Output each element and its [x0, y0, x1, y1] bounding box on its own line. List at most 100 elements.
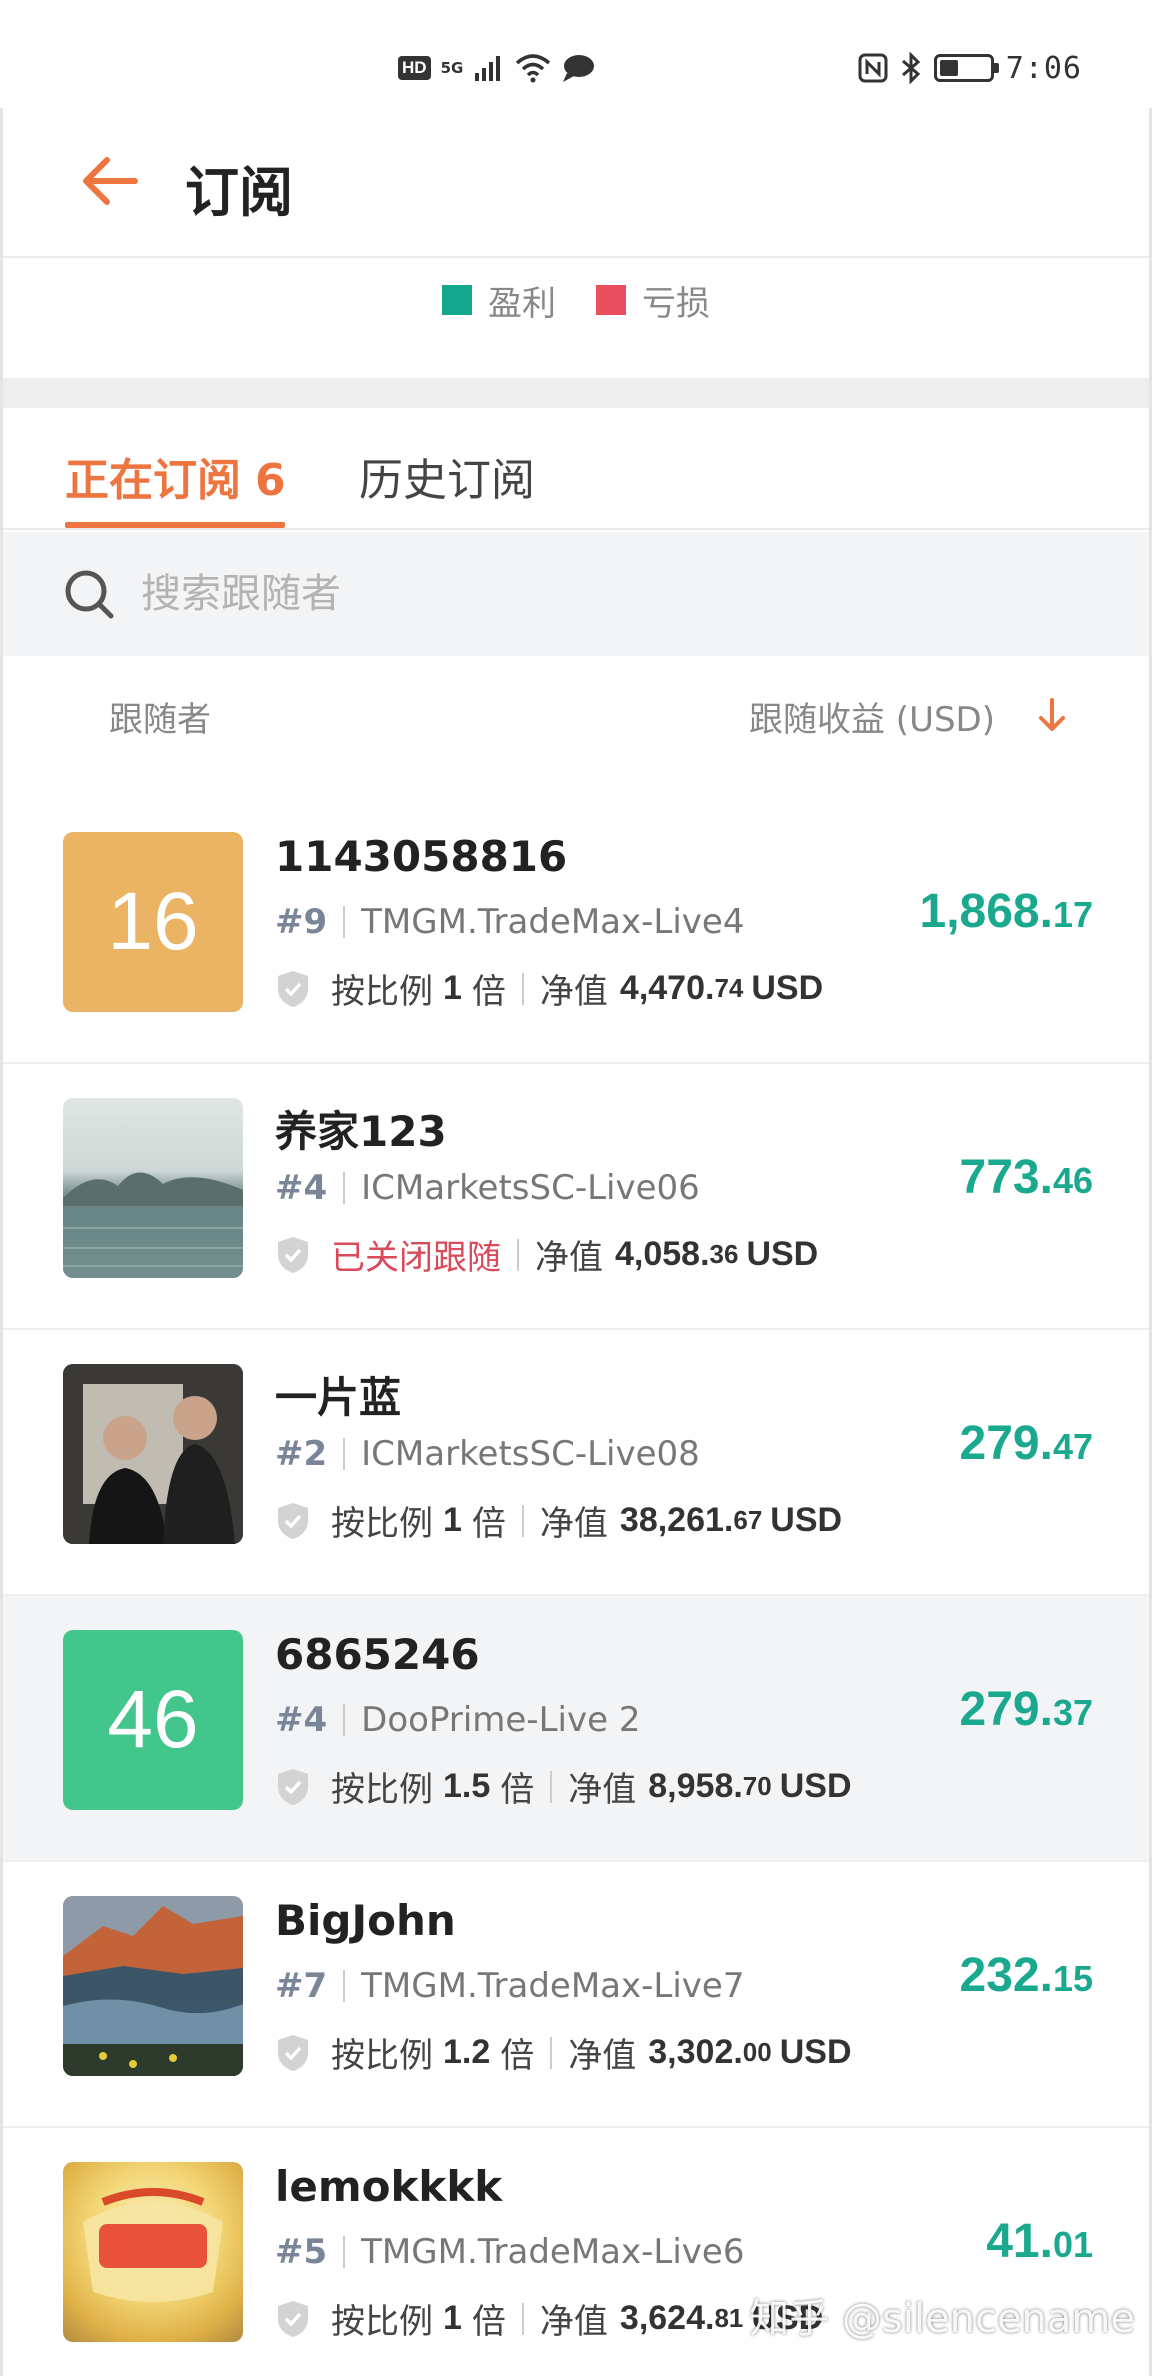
- follower-row[interactable]: BigJohn #7 TMGM.TradeMax-Live7 按比例 1.2 倍…: [3, 1862, 1149, 2128]
- follower-row[interactable]: 养家123 #4 ICMarketsSC-Live06 已关闭跟随 净值 4,0…: [3, 1064, 1149, 1330]
- follower-server: TMGM.TradeMax-Live6: [361, 2232, 745, 2272]
- net-value-label: 净值: [535, 1238, 603, 1278]
- legend-swatch-loss: [596, 285, 626, 315]
- search-bar: [3, 532, 1149, 656]
- follower-server: TMGM.TradeMax-Live7: [361, 1966, 745, 2006]
- net-value-unit: USD: [751, 969, 824, 1007]
- ratio-prefix: 按比例: [331, 2036, 433, 2076]
- ratio-suffix: 倍: [471, 2302, 506, 2342]
- net-value-unit: USD: [746, 1235, 819, 1273]
- follower-row[interactable]: 16 1143058816 #9 TMGM.TradeMax-Live4 按比例…: [3, 798, 1149, 1064]
- net-value-label: 净值: [539, 972, 608, 1012]
- follower-list: 16 1143058816 #9 TMGM.TradeMax-Live4 按比例…: [3, 798, 1149, 2376]
- follower-name: 一片蓝: [275, 1373, 402, 1422]
- battery-icon: [933, 54, 999, 82]
- divider: [550, 2036, 553, 2069]
- net-value-label: 净值: [539, 1504, 608, 1544]
- follower-server: TMGM.TradeMax-Live4: [361, 902, 745, 942]
- signal-icon: [475, 56, 501, 81]
- follower-settings: 按比例 1.5 倍 净值 8,958. 70 USD: [275, 1762, 852, 1811]
- shield-icon: [278, 1236, 308, 1273]
- shield-icon: [278, 1768, 308, 1805]
- avatar: 46: [63, 1630, 243, 1810]
- net-value-unit: USD: [770, 1501, 843, 1539]
- profit-int: 41.: [986, 2215, 1053, 2268]
- follower-account: #4 ICMarketsSC-Live06: [275, 1168, 700, 1208]
- net-value-label: 净值: [568, 1770, 637, 1810]
- landscape-photo: [63, 1896, 243, 2076]
- net-value-dec: 74: [714, 973, 744, 1003]
- ratio-value: 1: [443, 2299, 462, 2337]
- arrow-left-icon[interactable]: [79, 150, 141, 212]
- legend-label-loss: 亏损: [642, 283, 710, 324]
- list-column-header: 跟随者 跟随收益 (USD): [3, 656, 1149, 768]
- net-value-label: 净值: [568, 2036, 637, 2076]
- nfc-icon: [858, 53, 888, 83]
- legend-profit: 盈利: [442, 276, 556, 325]
- follower-server: DooPrime-Live 2: [361, 1700, 641, 1740]
- follower-account: #5 TMGM.TradeMax-Live6: [275, 2232, 744, 2272]
- divider: [517, 1238, 519, 1271]
- net-value-unit: USD: [779, 2033, 852, 2071]
- column-profit[interactable]: 跟随收益 (USD): [749, 692, 995, 741]
- avatar: [63, 1896, 243, 2076]
- net-value-unit: USD: [779, 1767, 852, 1805]
- divider: [343, 906, 346, 938]
- follower-name: lemokkkk: [275, 2162, 503, 2211]
- net-value-int: 3,302.: [648, 2033, 743, 2071]
- divider: [550, 1770, 553, 1803]
- ratio-prefix: 按比例: [331, 1504, 433, 1544]
- portrait-photo: [63, 1364, 243, 1544]
- follower-name: 1143058816: [275, 832, 568, 881]
- shield-icon: [278, 2300, 308, 2337]
- network-label: 5G: [440, 59, 464, 77]
- message-icon: [563, 55, 595, 82]
- legend-swatch-profit: [442, 285, 472, 315]
- net-value-int: 4,058.: [615, 1235, 710, 1273]
- hd-badge: HD: [398, 56, 431, 80]
- status-icons-right: 7:06: [858, 48, 1082, 88]
- profit-int: 773.: [959, 1151, 1053, 1204]
- status-icons-left: HD 5G: [398, 48, 595, 88]
- wifi-icon: [516, 54, 551, 83]
- follower-row[interactable]: 一片蓝 #2 ICMarketsSC-Live08 按比例 1 倍 净值 38,…: [3, 1330, 1149, 1596]
- net-value-dec: 00: [742, 2037, 772, 2067]
- follower-account: #4 DooPrime-Live 2: [275, 1700, 640, 1740]
- sort-down-icon[interactable]: [1035, 696, 1069, 734]
- clock: 7:06: [1005, 50, 1082, 86]
- net-value-dec: 81: [714, 2303, 744, 2333]
- avatar: [63, 1098, 243, 1278]
- tab-history[interactable]: 历史订阅: [359, 444, 535, 508]
- tab-bar: 正在订阅 6 历史订阅: [3, 408, 1149, 530]
- net-value-int: 4,470.: [619, 969, 715, 1007]
- profit-int: 232.: [959, 1949, 1053, 2002]
- bottle-photo: [83, 2188, 223, 2302]
- search-input[interactable]: [141, 564, 941, 624]
- avatar: [63, 1364, 243, 1544]
- profit-dec: 17: [1052, 894, 1093, 935]
- ratio-prefix: 按比例: [331, 972, 433, 1012]
- legend-label-profit: 盈利: [488, 283, 556, 324]
- shield-icon: [278, 1502, 308, 1539]
- shield-icon: [278, 2034, 308, 2071]
- ratio-prefix: 按比例: [331, 1770, 433, 1810]
- net-value-label: 净值: [539, 2302, 608, 2342]
- follower-settings: 按比例 1 倍 净值 38,261. 67 USD: [275, 1496, 842, 1545]
- status-bar: HD 5G 7:06: [0, 0, 1152, 108]
- profit-int: 279.: [959, 1417, 1053, 1470]
- profit-dec: 46: [1052, 1160, 1093, 1201]
- profit-int: 279.: [959, 1683, 1053, 1736]
- profit-dec: 15: [1052, 1958, 1093, 1999]
- tab-subscribing[interactable]: 正在订阅 6: [65, 444, 286, 508]
- divider: [343, 1438, 346, 1470]
- follower-server: ICMarketsSC-Live06: [361, 1168, 700, 1208]
- ratio-value: 1.2: [443, 2033, 491, 2071]
- follower-rank: #9: [275, 902, 328, 942]
- bluetooth-icon: [901, 52, 920, 84]
- divider: [521, 1504, 524, 1537]
- tab-subscribing-count: 6: [255, 455, 286, 506]
- follower-row[interactable]: 46 6865246 #4 DooPrime-Live 2 按比例 1.5 倍 …: [3, 1596, 1149, 1862]
- follower-profit: 279.37: [960, 1682, 1093, 1737]
- ratio-suffix: 倍: [471, 1504, 506, 1544]
- net-value-dec: 67: [733, 1505, 763, 1535]
